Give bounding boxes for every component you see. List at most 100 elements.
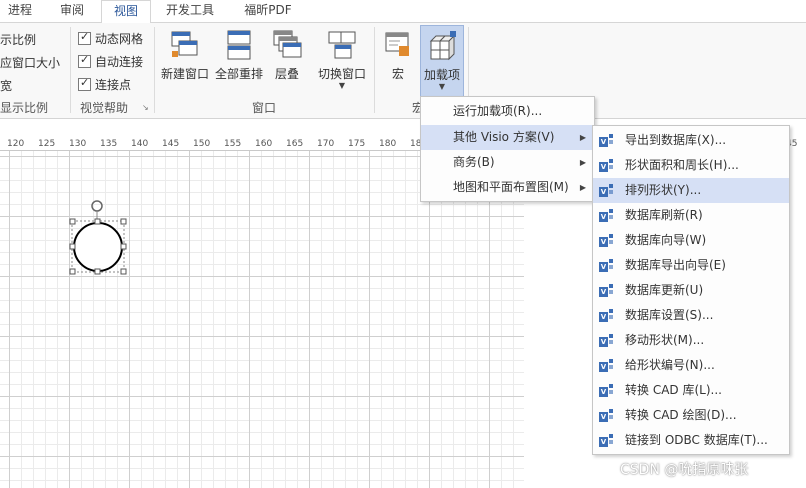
submenu-item[interactable]: V 排列形状(Y)... [593, 178, 789, 203]
menu-item-run-addin[interactable]: 运行加载项(R)... [421, 99, 594, 124]
tab-view[interactable]: 视图 [101, 0, 151, 24]
dialog-launcher-icon[interactable]: ↘ [142, 103, 149, 112]
ribbon-panel: 示比例 应窗口大小 宽 显示比例 动态网格 自动连接 连接点 视觉帮助 ↘ 新建… [0, 23, 806, 119]
macro-icon [385, 32, 409, 56]
submenu-item[interactable]: V 数据库设置(S)... [593, 303, 789, 328]
addins-menu: 运行加载项(R)... 其他 Visio 方案(V) ▶ 商务(B) ▶ 地图和平面… [420, 96, 595, 202]
submenu-item-label: 移动形状(M)... [625, 333, 705, 347]
group-separator [154, 27, 155, 113]
page-width-item[interactable]: 宽 [0, 77, 12, 94]
ruler-tick: 180 [379, 139, 397, 149]
window-group-label: 窗口 [252, 101, 277, 115]
dynamic-grid-checkbox[interactable] [78, 30, 91, 45]
zoom-group-label: 显示比例 [0, 101, 49, 115]
menu-item-other-visio-solutions[interactable]: 其他 Visio 方案(V) ▶ [421, 125, 594, 150]
dynamic-grid-label: 动态网格 [95, 32, 144, 46]
circle-shape[interactable] [66, 196, 132, 278]
ruler-tick: 170 [317, 139, 335, 149]
arrange-all-icon [227, 30, 251, 60]
ribbon-tab-bar: 进程 审阅 视图 开发工具 福昕PDF [0, 0, 806, 24]
submenu-item[interactable]: V 链接到 ODBC 数据库(T)... [593, 428, 789, 453]
auto-connect-label: 自动连接 [95, 55, 144, 69]
group-separator [70, 27, 71, 113]
submenu-item[interactable]: V 移动形状(M)... [593, 328, 789, 353]
visio-addon-icon: V [599, 284, 613, 298]
menu-item-label: 地图和平面布置图(M) [453, 180, 569, 194]
submenu-item-label: 形状面积和周长(H)... [625, 158, 739, 172]
visio-addon-icon: V [599, 159, 613, 173]
submenu-item[interactable]: V 给形状编号(N)... [593, 353, 789, 378]
visio-addon-icon: V [599, 259, 613, 273]
ruler-tick: 160 [255, 139, 273, 149]
tab-process[interactable]: 进程 [0, 0, 40, 22]
ruler-tick: 150 [193, 139, 211, 149]
chevron-right-icon: ▶ [579, 158, 586, 167]
ruler-tick: 140 [131, 139, 149, 149]
macros-label: 宏 [391, 67, 404, 81]
rotate-handle-icon [91, 200, 103, 212]
submenu-item-label: 数据库向导(W) [625, 233, 707, 247]
tab-developer[interactable]: 开发工具 [158, 0, 222, 22]
cascade-button[interactable]: 层叠 [266, 25, 308, 97]
arrange-all-label: 全部重排 [214, 67, 263, 81]
addins-button[interactable]: 加载项 ▼ [420, 25, 464, 99]
visio-addon-icon: V [599, 384, 613, 398]
macros-button[interactable]: 宏 [378, 25, 418, 97]
arrange-all-button[interactable]: 全部重排 [212, 25, 266, 97]
chevron-right-icon: ▶ [579, 183, 586, 192]
menu-item-maps-floor-plans[interactable]: 地图和平面布置图(M) ▶ [421, 175, 594, 200]
visio-addon-icon: V [599, 409, 613, 423]
zoom-item[interactable]: 示比例 [0, 31, 36, 48]
menu-item-label: 运行加载项(R)... [453, 104, 543, 118]
tab-foxit-pdf[interactable]: 福昕PDF [234, 0, 302, 22]
visio-addon-icon: V [599, 359, 613, 373]
submenu-item-label: 给形状编号(N)... [625, 358, 715, 372]
submenu-item[interactable]: V 数据库刷新(R) [593, 203, 789, 228]
submenu-item-label: 数据库刷新(R) [625, 208, 703, 222]
visual-aids-group-label: 视觉帮助 [80, 101, 129, 115]
new-window-label: 新建窗口 [160, 67, 209, 81]
ruler-tick: 125 [38, 139, 56, 149]
visio-addon-icon: V [599, 434, 613, 448]
visio-solutions-submenu: V 导出到数据库(X)... V 形状面积和周长(H)... V 排列形状(Y)... V 数… [592, 125, 790, 455]
submenu-item[interactable]: V 形状面积和周长(H)... [593, 153, 789, 178]
addins-label: 加载项 [423, 68, 460, 82]
submenu-item[interactable]: V 数据库向导(W) [593, 228, 789, 253]
visio-addon-icon: V [599, 234, 613, 248]
new-window-icon [171, 31, 198, 57]
submenu-item-label: 转换 CAD 库(L)... [625, 383, 722, 397]
submenu-item-label: 链接到 ODBC 数据库(T)... [625, 433, 768, 447]
connection-points-label: 连接点 [95, 78, 132, 92]
submenu-item[interactable]: V 转换 CAD 库(L)... [593, 378, 789, 403]
ruler-tick: 165 [286, 139, 304, 149]
visio-addon-icon: V [599, 184, 613, 198]
auto-connect-checkbox[interactable] [78, 53, 91, 68]
switch-window-button[interactable]: 切换窗口 ▼ [314, 25, 370, 97]
submenu-item[interactable]: V 数据库更新(U) [593, 278, 789, 303]
ruler-tick: 175 [348, 139, 366, 149]
submenu-item-label: 数据库导出向导(E) [625, 258, 726, 272]
submenu-item[interactable]: V 导出到数据库(X)... [593, 128, 789, 153]
submenu-item-label: 数据库设置(S)... [625, 308, 714, 322]
ruler-tick: 135 [100, 139, 118, 149]
visio-addon-icon: V [599, 309, 613, 323]
chevron-down-icon: ▼ [438, 82, 446, 91]
ruler-tick: 145 [162, 139, 180, 149]
fit-window-item[interactable]: 应窗口大小 [0, 54, 60, 71]
ruler-tick: 120 [7, 139, 25, 149]
menu-item-label: 商务(B) [453, 155, 495, 169]
tab-review[interactable]: 审阅 [50, 0, 94, 22]
watermark: CSDN @吮指原味张 [620, 462, 749, 478]
menu-item-label: 其他 Visio 方案(V) [453, 130, 555, 144]
menu-item-business[interactable]: 商务(B) ▶ [421, 150, 594, 175]
new-window-button[interactable]: 新建窗口 [158, 25, 212, 97]
ruler-tick: 130 [69, 139, 87, 149]
ruler-tick: 155 [224, 139, 242, 149]
connection-points-checkbox[interactable] [78, 76, 91, 91]
submenu-item[interactable]: V 转换 CAD 绘图(D)... [593, 403, 789, 428]
chevron-right-icon: ▶ [579, 133, 586, 142]
visio-addon-icon: V [599, 134, 613, 148]
submenu-item[interactable]: V 数据库导出向导(E) [593, 253, 789, 278]
addins-icon [429, 31, 456, 61]
cascade-label: 层叠 [274, 67, 299, 81]
